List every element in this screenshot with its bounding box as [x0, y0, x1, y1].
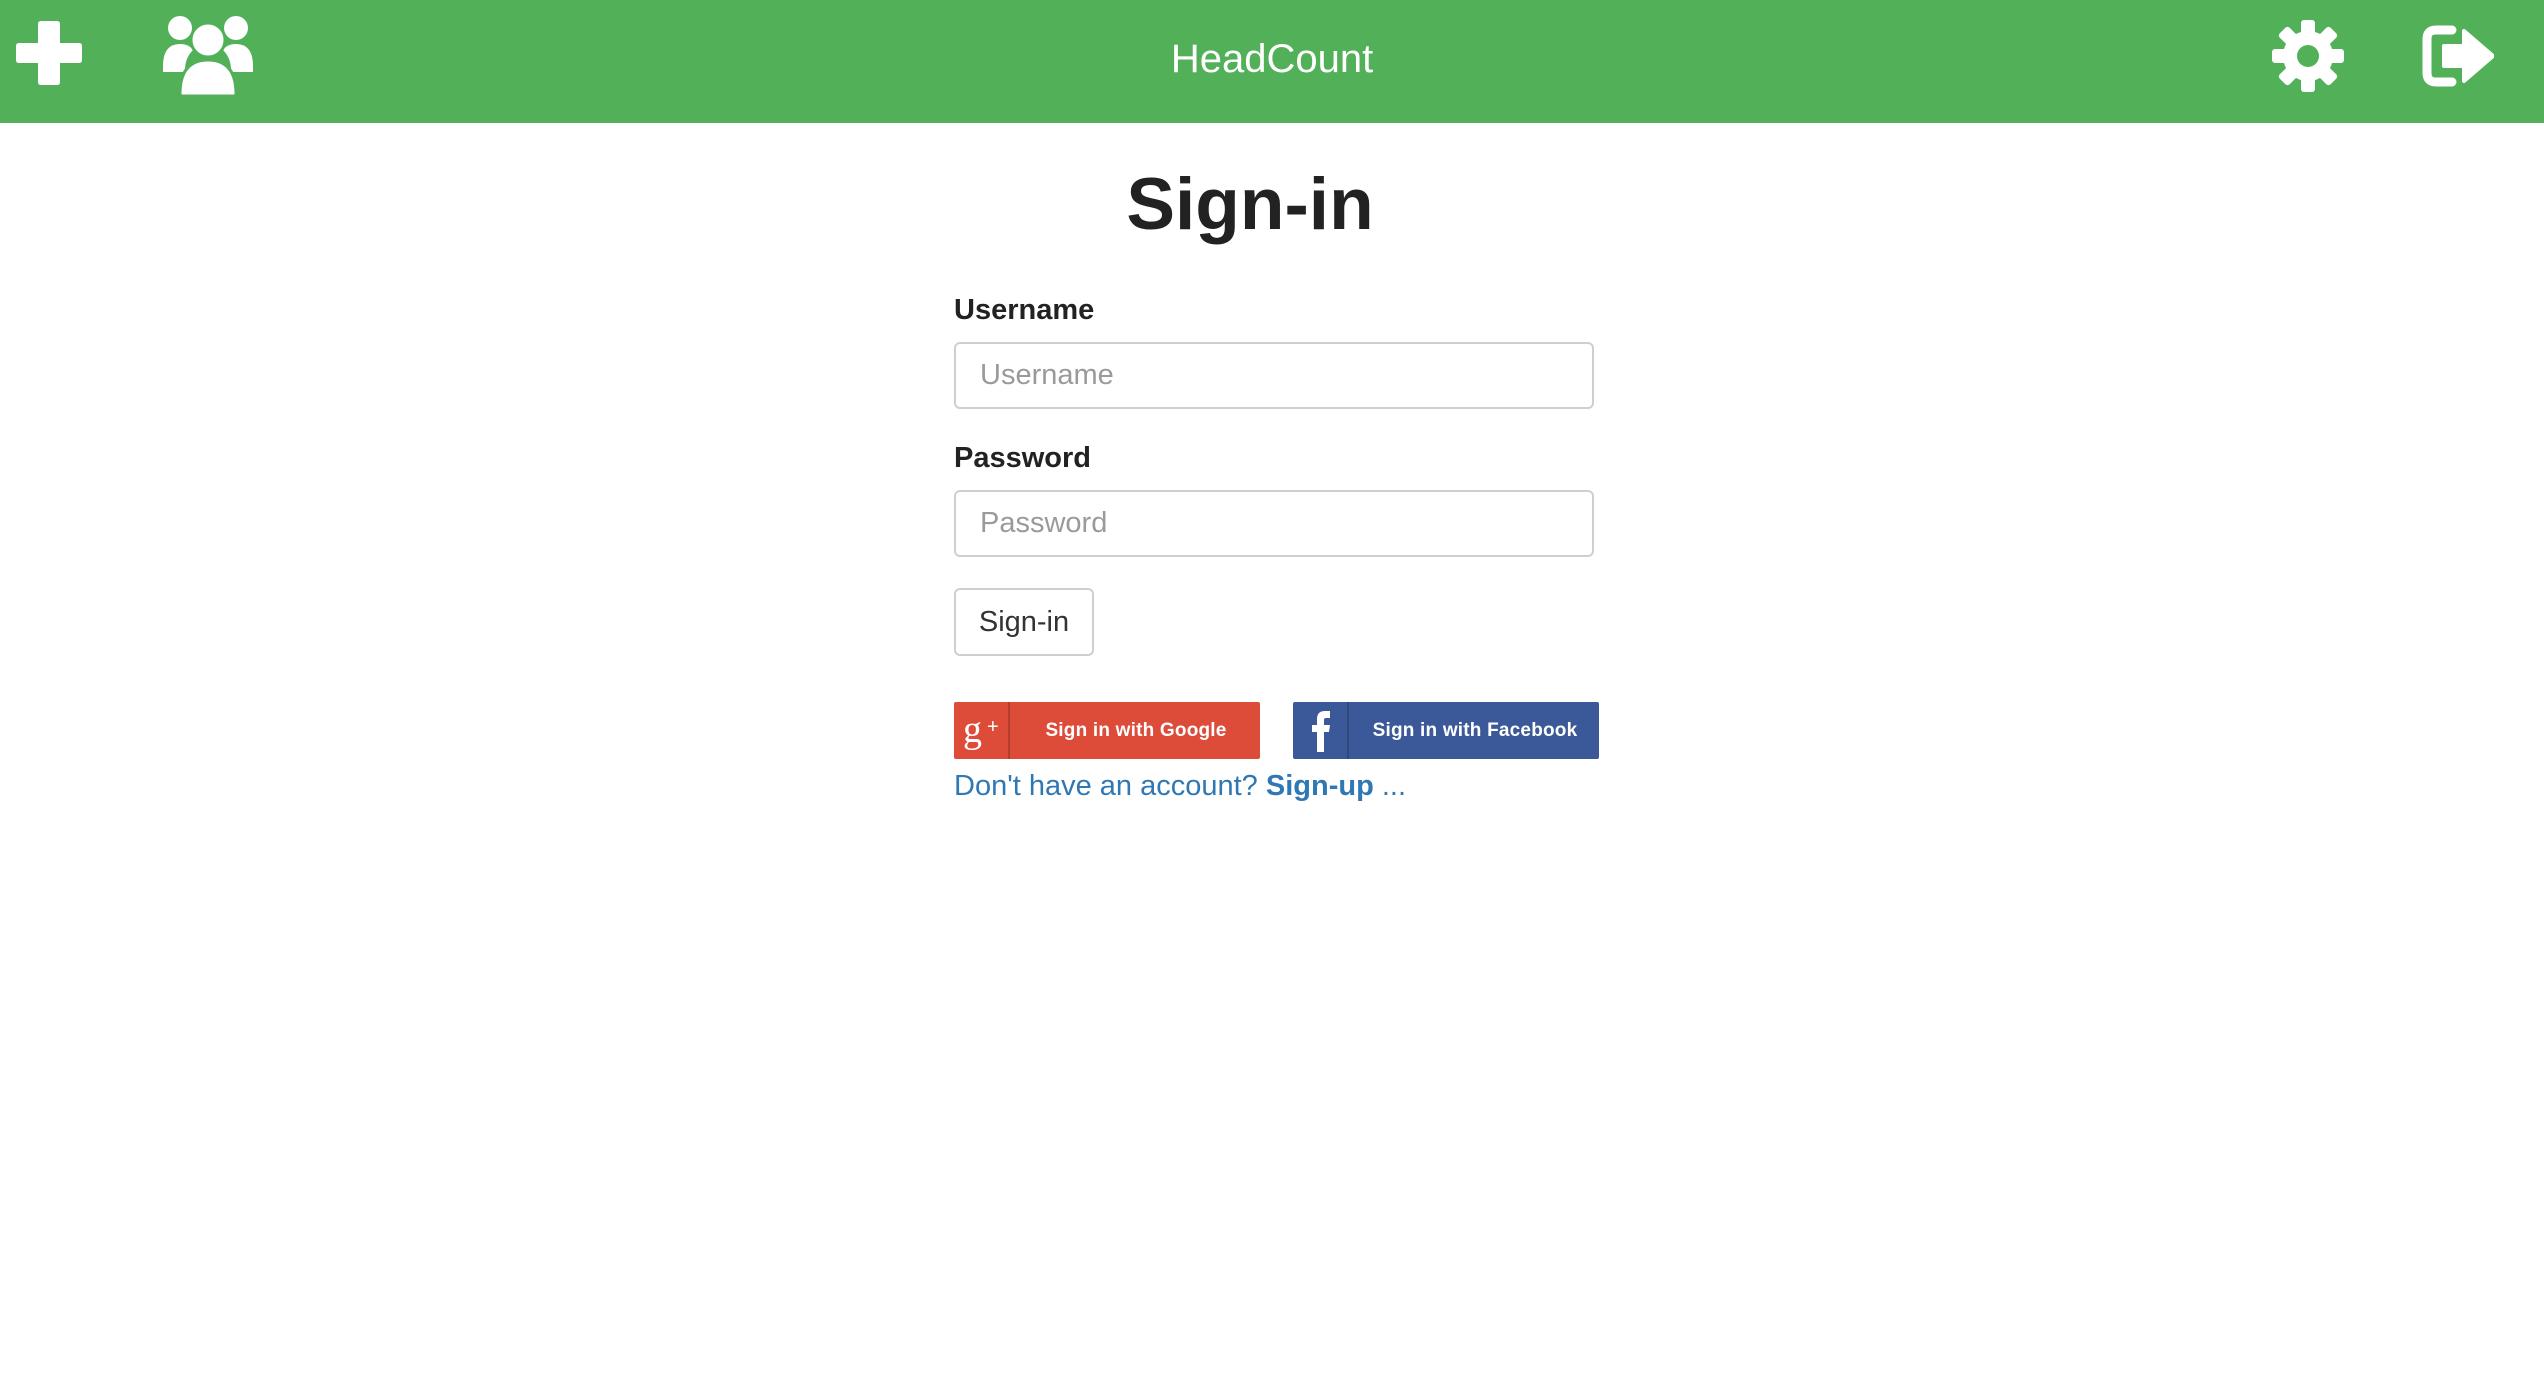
svg-text:g: g: [963, 709, 982, 751]
facebook-sign-in-label: Sign in with Facebook: [1372, 720, 1578, 741]
username-input[interactable]: [954, 342, 1594, 409]
facebook-sign-in-button[interactable]: Sign in with Facebook: [1293, 702, 1599, 759]
top-navbar: HeadCount: [0, 0, 2544, 123]
signup-link[interactable]: Sign-up: [1266, 770, 1374, 802]
app-title: HeadCount: [1170, 37, 1374, 81]
google-sign-in-button[interactable]: g + Sign in with Google: [954, 702, 1260, 759]
password-label: Password: [954, 442, 1091, 474]
settings-icon[interactable]: [2272, 20, 2344, 92]
signup-prompt: Don't have an account? Sign-up ...: [954, 768, 1406, 804]
google-plus-icon: g +: [954, 702, 1010, 759]
facebook-icon: [1293, 702, 1349, 759]
username-label: Username: [954, 294, 1095, 326]
page-title: Sign-in: [1126, 164, 1374, 245]
signup-suffix: ...: [1373, 770, 1407, 802]
signup-prompt-text: Don't have an account?: [954, 770, 1266, 802]
google-sign-in-label: Sign in with Google: [1045, 720, 1227, 741]
password-input[interactable]: [954, 490, 1594, 557]
sign-out-icon[interactable]: [2422, 25, 2494, 87]
svg-text:+: +: [987, 716, 999, 738]
sign-in-button[interactable]: Sign-in: [954, 588, 1094, 656]
